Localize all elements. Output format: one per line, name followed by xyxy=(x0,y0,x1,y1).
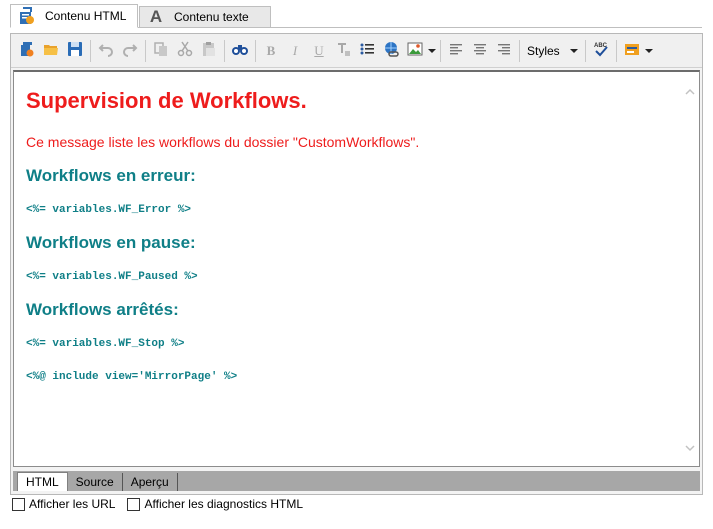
paste-icon xyxy=(201,41,217,60)
italic-icon: I xyxy=(292,42,298,58)
show-html-diagnostics-label: Afficher les diagnostics HTML xyxy=(144,497,303,511)
scroll-down-icon[interactable] xyxy=(685,442,695,452)
styles-label: Styles xyxy=(527,43,560,58)
tab-view-preview-label: Aperçu xyxy=(130,475,169,489)
clear-format-button[interactable] xyxy=(331,39,355,63)
vertical-scrollbar[interactable] xyxy=(682,72,699,466)
cut-button[interactable] xyxy=(173,39,197,63)
text-a-icon: A xyxy=(149,7,163,26)
view-mode-tabs: HTML Source Aperçu xyxy=(13,471,700,491)
code-variable-stopped: <%= variables.WF_Stop %> xyxy=(26,338,185,350)
html-document-icon xyxy=(19,7,35,25)
personalize-button[interactable] xyxy=(620,39,644,63)
undo-button[interactable] xyxy=(94,39,118,63)
scroll-up-icon[interactable] xyxy=(685,86,695,96)
tab-text-label: Contenu texte xyxy=(174,10,249,24)
toolbar-separator xyxy=(255,39,256,62)
undo-icon xyxy=(98,41,114,60)
show-urls-label: Afficher les URL xyxy=(29,497,116,511)
align-right-icon xyxy=(497,42,511,59)
show-html-diagnostics-option[interactable]: Afficher les diagnostics HTML xyxy=(127,497,303,511)
new-document-button[interactable] xyxy=(15,39,39,63)
styles-dropdown[interactable]: Styles xyxy=(523,39,582,63)
image-button[interactable] xyxy=(403,39,427,63)
save-button[interactable] xyxy=(63,39,87,63)
tab-view-preview[interactable]: Aperçu xyxy=(123,473,178,491)
save-icon xyxy=(67,41,83,60)
link-icon xyxy=(383,41,399,60)
tab-view-source-label: Source xyxy=(75,475,114,489)
image-dropdown-button[interactable] xyxy=(427,39,437,63)
cut-icon xyxy=(177,41,193,60)
code-include-view: <%@ include view='MirrorPage' %> xyxy=(26,371,238,383)
copy-icon xyxy=(153,41,169,60)
align-right-button[interactable] xyxy=(492,39,516,63)
spellcheck-icon: ABC xyxy=(593,41,609,60)
toolbar-separator xyxy=(615,39,617,62)
underline-button[interactable]: U xyxy=(307,39,331,63)
align-center-icon xyxy=(473,42,487,59)
align-left-icon xyxy=(449,42,463,59)
section-heading-error: Workflows en erreur: xyxy=(26,166,196,185)
chevron-down-icon xyxy=(644,48,653,53)
bullet-list-icon xyxy=(359,41,375,60)
copy-button[interactable] xyxy=(149,39,173,63)
chevron-down-icon xyxy=(569,48,578,53)
new-document-icon xyxy=(19,41,35,60)
align-left-button[interactable] xyxy=(444,39,468,63)
link-button[interactable] xyxy=(379,39,403,63)
editor-content: Supervision de Workflows. Ce message lis… xyxy=(26,84,666,383)
toolbar-separator xyxy=(440,39,441,62)
align-center-button[interactable] xyxy=(468,39,492,63)
editor-frame: B I U Styles ABC Supervision de Workflow… xyxy=(10,33,703,495)
chevron-down-icon xyxy=(428,48,436,53)
redo-button[interactable] xyxy=(118,39,142,63)
toolbar-separator xyxy=(584,39,586,62)
section-heading-stopped: Workflows arrêtés: xyxy=(26,300,179,319)
show-urls-checkbox[interactable] xyxy=(12,497,25,511)
bullet-list-button[interactable] xyxy=(355,39,379,63)
display-options: Afficher les URL Afficher les diagnostic… xyxy=(12,497,303,511)
spellcheck-button[interactable]: ABC xyxy=(589,39,613,63)
code-variable-paused: <%= variables.WF_Paused %> xyxy=(26,271,198,283)
page-title: Supervision de Workflows. xyxy=(26,88,307,113)
tab-text-content[interactable]: A Contenu texte xyxy=(139,6,271,27)
italic-button[interactable]: I xyxy=(283,39,307,63)
code-variable-error: <%= variables.WF_Error %> xyxy=(26,204,192,216)
find-binoculars-icon xyxy=(231,41,249,60)
personalize-icon xyxy=(624,42,640,59)
bold-button[interactable]: B xyxy=(259,39,283,63)
toolbar-separator xyxy=(224,39,225,62)
editor-toolbar: B I U Styles ABC xyxy=(11,34,702,68)
clear-format-icon xyxy=(335,41,351,60)
image-icon xyxy=(407,41,423,60)
content-tabs: Contenu HTML A Contenu texte xyxy=(10,4,702,28)
redo-icon xyxy=(122,41,138,60)
toolbar-separator xyxy=(145,39,146,62)
section-heading-paused: Workflows en pause: xyxy=(26,233,196,252)
show-urls-option[interactable]: Afficher les URL xyxy=(12,497,115,511)
intro-text: Ce message liste les workflows du dossie… xyxy=(26,134,420,150)
tab-html-label: Contenu HTML xyxy=(45,9,127,23)
tab-view-source[interactable]: Source xyxy=(68,473,123,491)
open-folder-icon xyxy=(43,41,59,60)
tab-html-content[interactable]: Contenu HTML xyxy=(10,4,138,28)
find-button[interactable] xyxy=(228,39,252,63)
bold-icon: B xyxy=(266,42,276,58)
paste-button[interactable] xyxy=(197,39,221,63)
underline-icon: U xyxy=(314,42,324,58)
tab-view-html[interactable]: HTML xyxy=(17,472,68,491)
html-editor-area[interactable]: Supervision de Workflows. Ce message lis… xyxy=(13,70,700,467)
toolbar-separator xyxy=(90,39,91,62)
show-html-diagnostics-checkbox[interactable] xyxy=(127,497,141,511)
tab-view-html-label: HTML xyxy=(26,475,59,489)
personalize-dropdown-button[interactable] xyxy=(644,39,654,63)
open-button[interactable] xyxy=(39,39,63,63)
toolbar-separator xyxy=(519,39,520,62)
